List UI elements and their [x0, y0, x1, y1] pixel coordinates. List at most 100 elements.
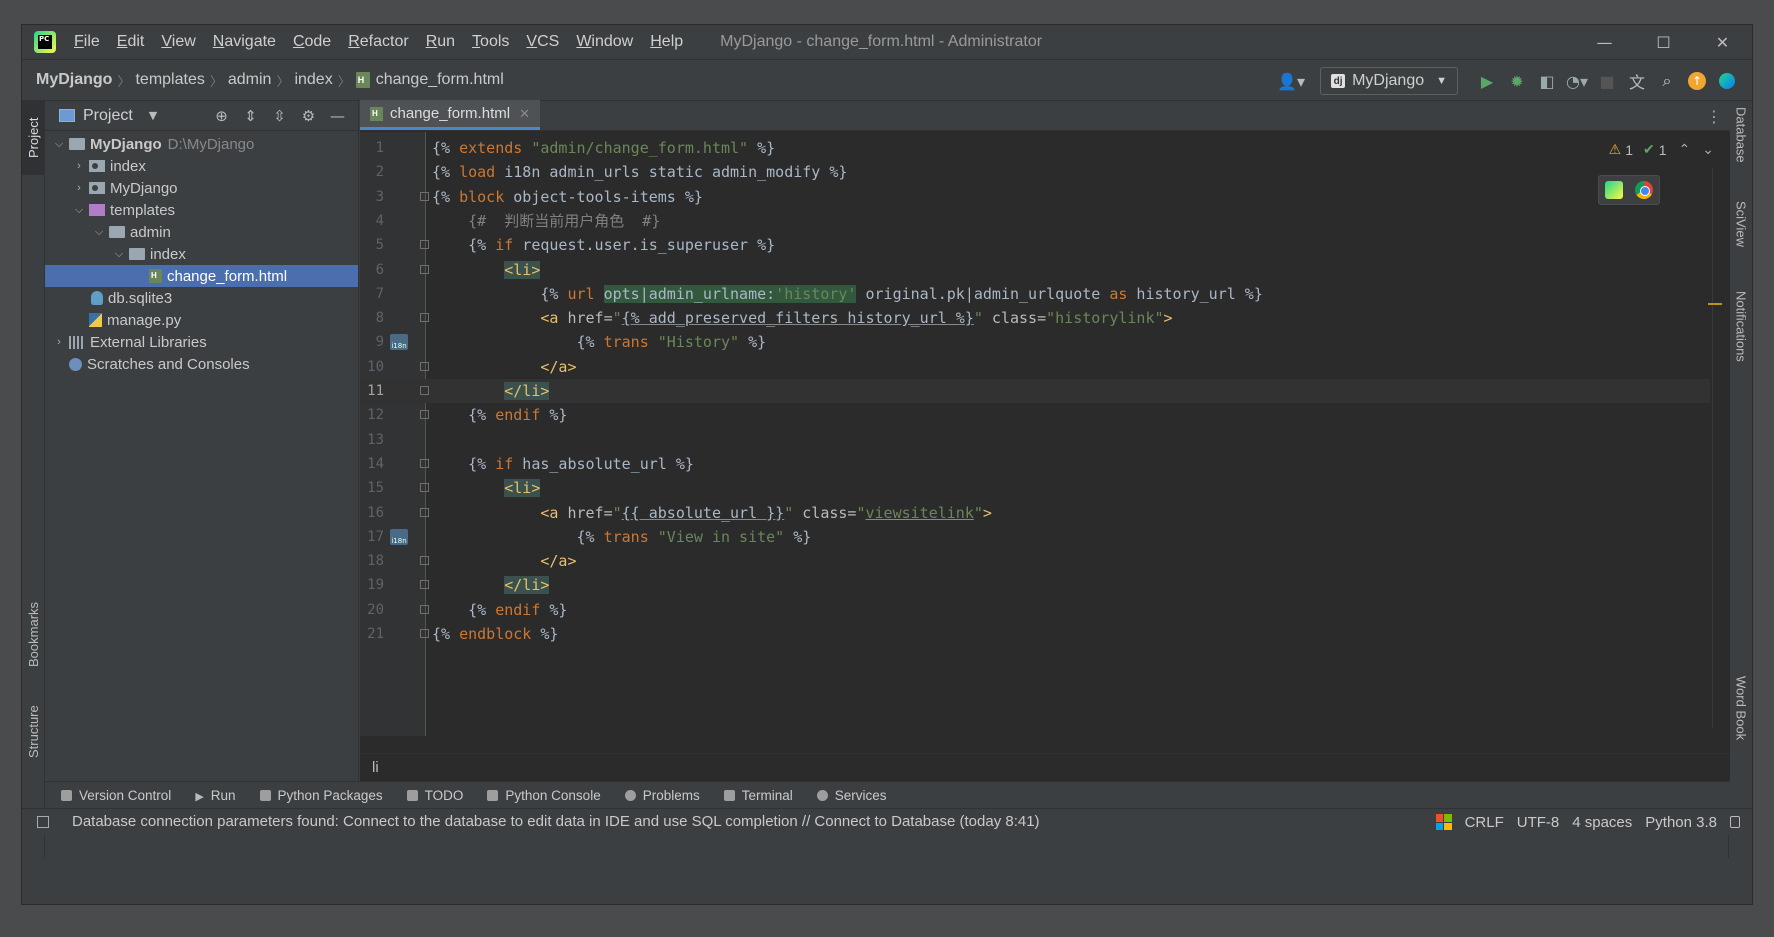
tree-item-mydjango[interactable]: › MyDjango — [45, 177, 358, 199]
fold-marker-icon[interactable] — [420, 313, 429, 323]
close-button[interactable]: ✕ — [1693, 25, 1752, 59]
breadcrumb-index[interactable]: index — [294, 71, 332, 89]
chrome-icon[interactable] — [1635, 181, 1653, 199]
line-number[interactable]: 12 — [360, 407, 384, 423]
tree-item-admin[interactable]: ⌵ admin — [45, 221, 358, 243]
line-number[interactable]: 2 — [360, 164, 384, 180]
debug-icon[interactable]: ✹ — [1502, 67, 1532, 95]
tree-item-change-form[interactable]: › change_form.html — [45, 265, 358, 287]
line-number[interactable]: 1 — [360, 140, 384, 156]
coverage-icon[interactable]: ◧ — [1532, 67, 1562, 95]
fold-marker-icon[interactable] — [420, 483, 429, 493]
menu-vcs[interactable]: VCS — [526, 33, 559, 51]
fold-marker-icon[interactable] — [420, 458, 429, 468]
line-number[interactable]: 9 — [360, 334, 384, 350]
code-line[interactable]: 19 </li> — [360, 573, 1710, 597]
code-line[interactable]: 17 i18n {% trans "View in site" %} — [360, 525, 1710, 549]
chevron-down-icon[interactable]: ⌵ — [109, 248, 129, 261]
python-interpreter[interactable]: Python 3.8 — [1645, 814, 1717, 831]
line-number[interactable]: 8 — [360, 310, 384, 326]
run-icon[interactable]: ▶ — [1472, 67, 1502, 95]
line-number[interactable]: 19 — [360, 577, 384, 593]
code-line[interactable]: 6 <li> — [360, 258, 1710, 282]
line-number[interactable]: 7 — [360, 286, 384, 302]
tool-window-problems[interactable]: Problems — [624, 788, 700, 803]
menu-view[interactable]: View — [161, 33, 195, 51]
stop-icon[interactable]: ■ — [1592, 67, 1622, 95]
tree-item-mydjango-root[interactable]: ⌵ MyDjango D:\MyDjango — [45, 133, 358, 155]
status-message[interactable]: Database connection parameters found: Co… — [72, 813, 1040, 830]
line-number[interactable]: 20 — [360, 602, 384, 618]
chevron-down-icon[interactable]: ⌵ — [69, 204, 89, 217]
line-number[interactable]: 5 — [360, 237, 384, 253]
database-tool-tab[interactable]: Database — [1729, 107, 1752, 187]
user-icon[interactable]: 👤▾ — [1276, 67, 1306, 95]
menu-code[interactable]: Code — [293, 33, 331, 51]
fold-marker-icon[interactable] — [420, 386, 429, 395]
fold-marker-icon[interactable] — [420, 264, 429, 274]
i18n-gutter-icon[interactable]: i18n — [390, 528, 408, 545]
run-configuration-select[interactable]: dj MyDjango ▼ — [1320, 67, 1458, 95]
line-number[interactable]: 16 — [360, 505, 384, 521]
vertical-scrollbar[interactable] — [1712, 168, 1720, 728]
breadcrumb-admin[interactable]: admin — [228, 71, 272, 89]
chevron-right-icon[interactable]: › — [69, 160, 89, 172]
code-line[interactable]: 7 {% url opts|admin_urlname:'history' or… — [360, 282, 1710, 306]
tree-item-external-libraries[interactable]: › External Libraries — [45, 331, 358, 353]
collapse-all-icon[interactable]: ⇳ — [265, 107, 294, 125]
menu-window[interactable]: Window — [576, 33, 633, 51]
code-line[interactable]: 21 {% endblock %} — [360, 622, 1710, 646]
line-number[interactable]: 17 — [360, 529, 384, 545]
tool-window-services[interactable]: Services — [816, 788, 887, 803]
menu-run[interactable]: Run — [426, 33, 455, 51]
code-line[interactable]: 9 i18n {% trans "History" %} — [360, 330, 1710, 354]
breadcrumb-templates[interactable]: templates — [135, 71, 204, 89]
structure-tool-tab[interactable]: Structure — [22, 691, 45, 773]
maximize-button[interactable]: ☐ — [1634, 25, 1693, 59]
toggle-tool-windows-icon[interactable] — [37, 815, 49, 828]
profile-icon[interactable]: ◔▾ — [1562, 67, 1592, 95]
jetbrains-icon[interactable] — [1712, 67, 1742, 95]
bookmarks-tool-tab[interactable]: Bookmarks — [22, 589, 45, 679]
fold-marker-icon[interactable] — [420, 556, 429, 566]
fold-marker-icon[interactable] — [420, 410, 429, 420]
tool-window-run[interactable]: ▶ Run — [195, 788, 235, 803]
fold-marker-icon[interactable] — [420, 507, 429, 517]
tree-item-templates[interactable]: ⌵ templates — [45, 199, 358, 221]
code-line[interactable]: 16 <a href="{{ absolute_url }}" class="v… — [360, 501, 1710, 525]
search-icon[interactable]: ⌕ — [1652, 67, 1682, 95]
tree-item-index[interactable]: › index — [45, 155, 358, 177]
tree-item-admin-index[interactable]: ⌵ index — [45, 243, 358, 265]
notifications-tool-tab[interactable]: Notifications — [1729, 291, 1752, 391]
line-number[interactable]: 14 — [360, 456, 384, 472]
menu-refactor[interactable]: Refactor — [348, 33, 408, 51]
fold-marker-icon[interactable] — [420, 580, 429, 590]
line-separator[interactable]: CRLF — [1465, 814, 1504, 831]
line-number[interactable]: 6 — [360, 262, 384, 278]
tool-window-terminal[interactable]: Terminal — [723, 788, 793, 803]
tool-window-python-console[interactable]: Python Console — [487, 788, 601, 803]
locate-icon[interactable]: ⊕ — [207, 107, 236, 125]
tab-change-form[interactable]: change_form.html ✕ — [360, 100, 540, 130]
tree-item-db-sqlite[interactable]: › db.sqlite3 — [45, 287, 358, 309]
tool-window-todo[interactable]: TODO — [406, 788, 463, 803]
code-line[interactable]: 3 {% block object-tools-items %} — [360, 185, 1710, 209]
project-tool-tab[interactable]: Project — [22, 101, 45, 175]
code-line[interactable]: 5 {% if request.user.is_superuser %} — [360, 233, 1710, 257]
line-number[interactable]: 10 — [360, 359, 384, 375]
sciview-tool-tab[interactable]: SciView — [1729, 201, 1752, 271]
previous-highlight-icon[interactable]: ⌃ — [1679, 141, 1691, 158]
fold-marker-icon[interactable] — [420, 604, 429, 614]
chevron-down-icon[interactable]: ⌵ — [89, 226, 109, 239]
lock-icon[interactable] — [1730, 816, 1740, 828]
code-line[interactable]: 4 {# 判断当前用户角色 #} — [360, 209, 1710, 233]
chevron-down-icon[interactable]: ⌵ — [49, 138, 69, 151]
code-editor[interactable]: 1 {% extends "admin/change_form.html" %} 2… — [360, 132, 1730, 736]
menu-navigate[interactable]: Navigate — [213, 33, 276, 51]
editor-breadcrumb-item[interactable]: li — [372, 759, 379, 776]
i18n-gutter-icon[interactable]: i18n — [390, 334, 408, 351]
code-line[interactable]: 13 — [360, 428, 1710, 452]
warning-marker[interactable] — [1708, 303, 1722, 305]
code-line[interactable]: 12 {% endif %} — [360, 403, 1710, 427]
code-line[interactable]: 15 <li> — [360, 476, 1710, 500]
